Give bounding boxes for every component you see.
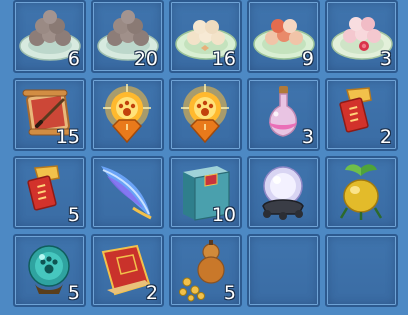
item-count: 2 [379,126,392,148]
inventory-slot[interactable] [169,78,242,151]
empty-slot[interactable] [247,234,320,307]
blue-feather-icon [101,166,152,220]
inventory-slot[interactable]: 5 [13,156,86,229]
item-count: 10 [211,204,236,226]
item-count: 5 [223,282,236,304]
item-count: 3 [379,48,392,70]
inventory-slot[interactable]: 2 [91,234,164,307]
item-count: 20 [133,48,158,70]
item-count: 2 [145,282,158,304]
item-count: 15 [55,126,80,148]
inventory-slot[interactable]: 6 [13,0,86,73]
inventory-slot[interactable]: 15 [13,78,86,151]
crystal-ball-on-stand-icon [262,166,304,220]
inventory-slot[interactable]: 2 [325,78,398,151]
inventory-slot[interactable] [325,156,398,229]
inventory-slot[interactable] [91,156,164,229]
glowing-paw-crystal-icon [103,84,151,144]
inventory-grid: 6 20 16 9 3 15 3 2 5 10 5 2 5 [13,0,398,307]
item-count: 9 [301,48,314,70]
inventory-slot[interactable] [247,156,320,229]
inventory-slot[interactable] [91,78,164,151]
item-count: 5 [67,204,80,226]
item-count: 6 [67,48,80,70]
item-count: 16 [211,48,236,70]
inventory-slot[interactable]: 5 [169,234,242,307]
inventory-slot[interactable]: 3 [247,78,320,151]
inventory-slot[interactable]: 5 [13,234,86,307]
item-count: 3 [301,126,314,148]
inventory-slot[interactable]: 20 [91,0,164,73]
empty-slot[interactable] [325,234,398,307]
inventory-slot[interactable]: 16 [169,0,242,73]
inventory-slot[interactable]: 10 [169,156,242,229]
inventory-slot[interactable]: 3 [325,0,398,73]
glowing-paw-crystal-icon [181,84,229,144]
item-count: 5 [67,282,80,304]
golden-fruit-icon [339,164,383,220]
inventory-slot[interactable]: 9 [247,0,320,73]
